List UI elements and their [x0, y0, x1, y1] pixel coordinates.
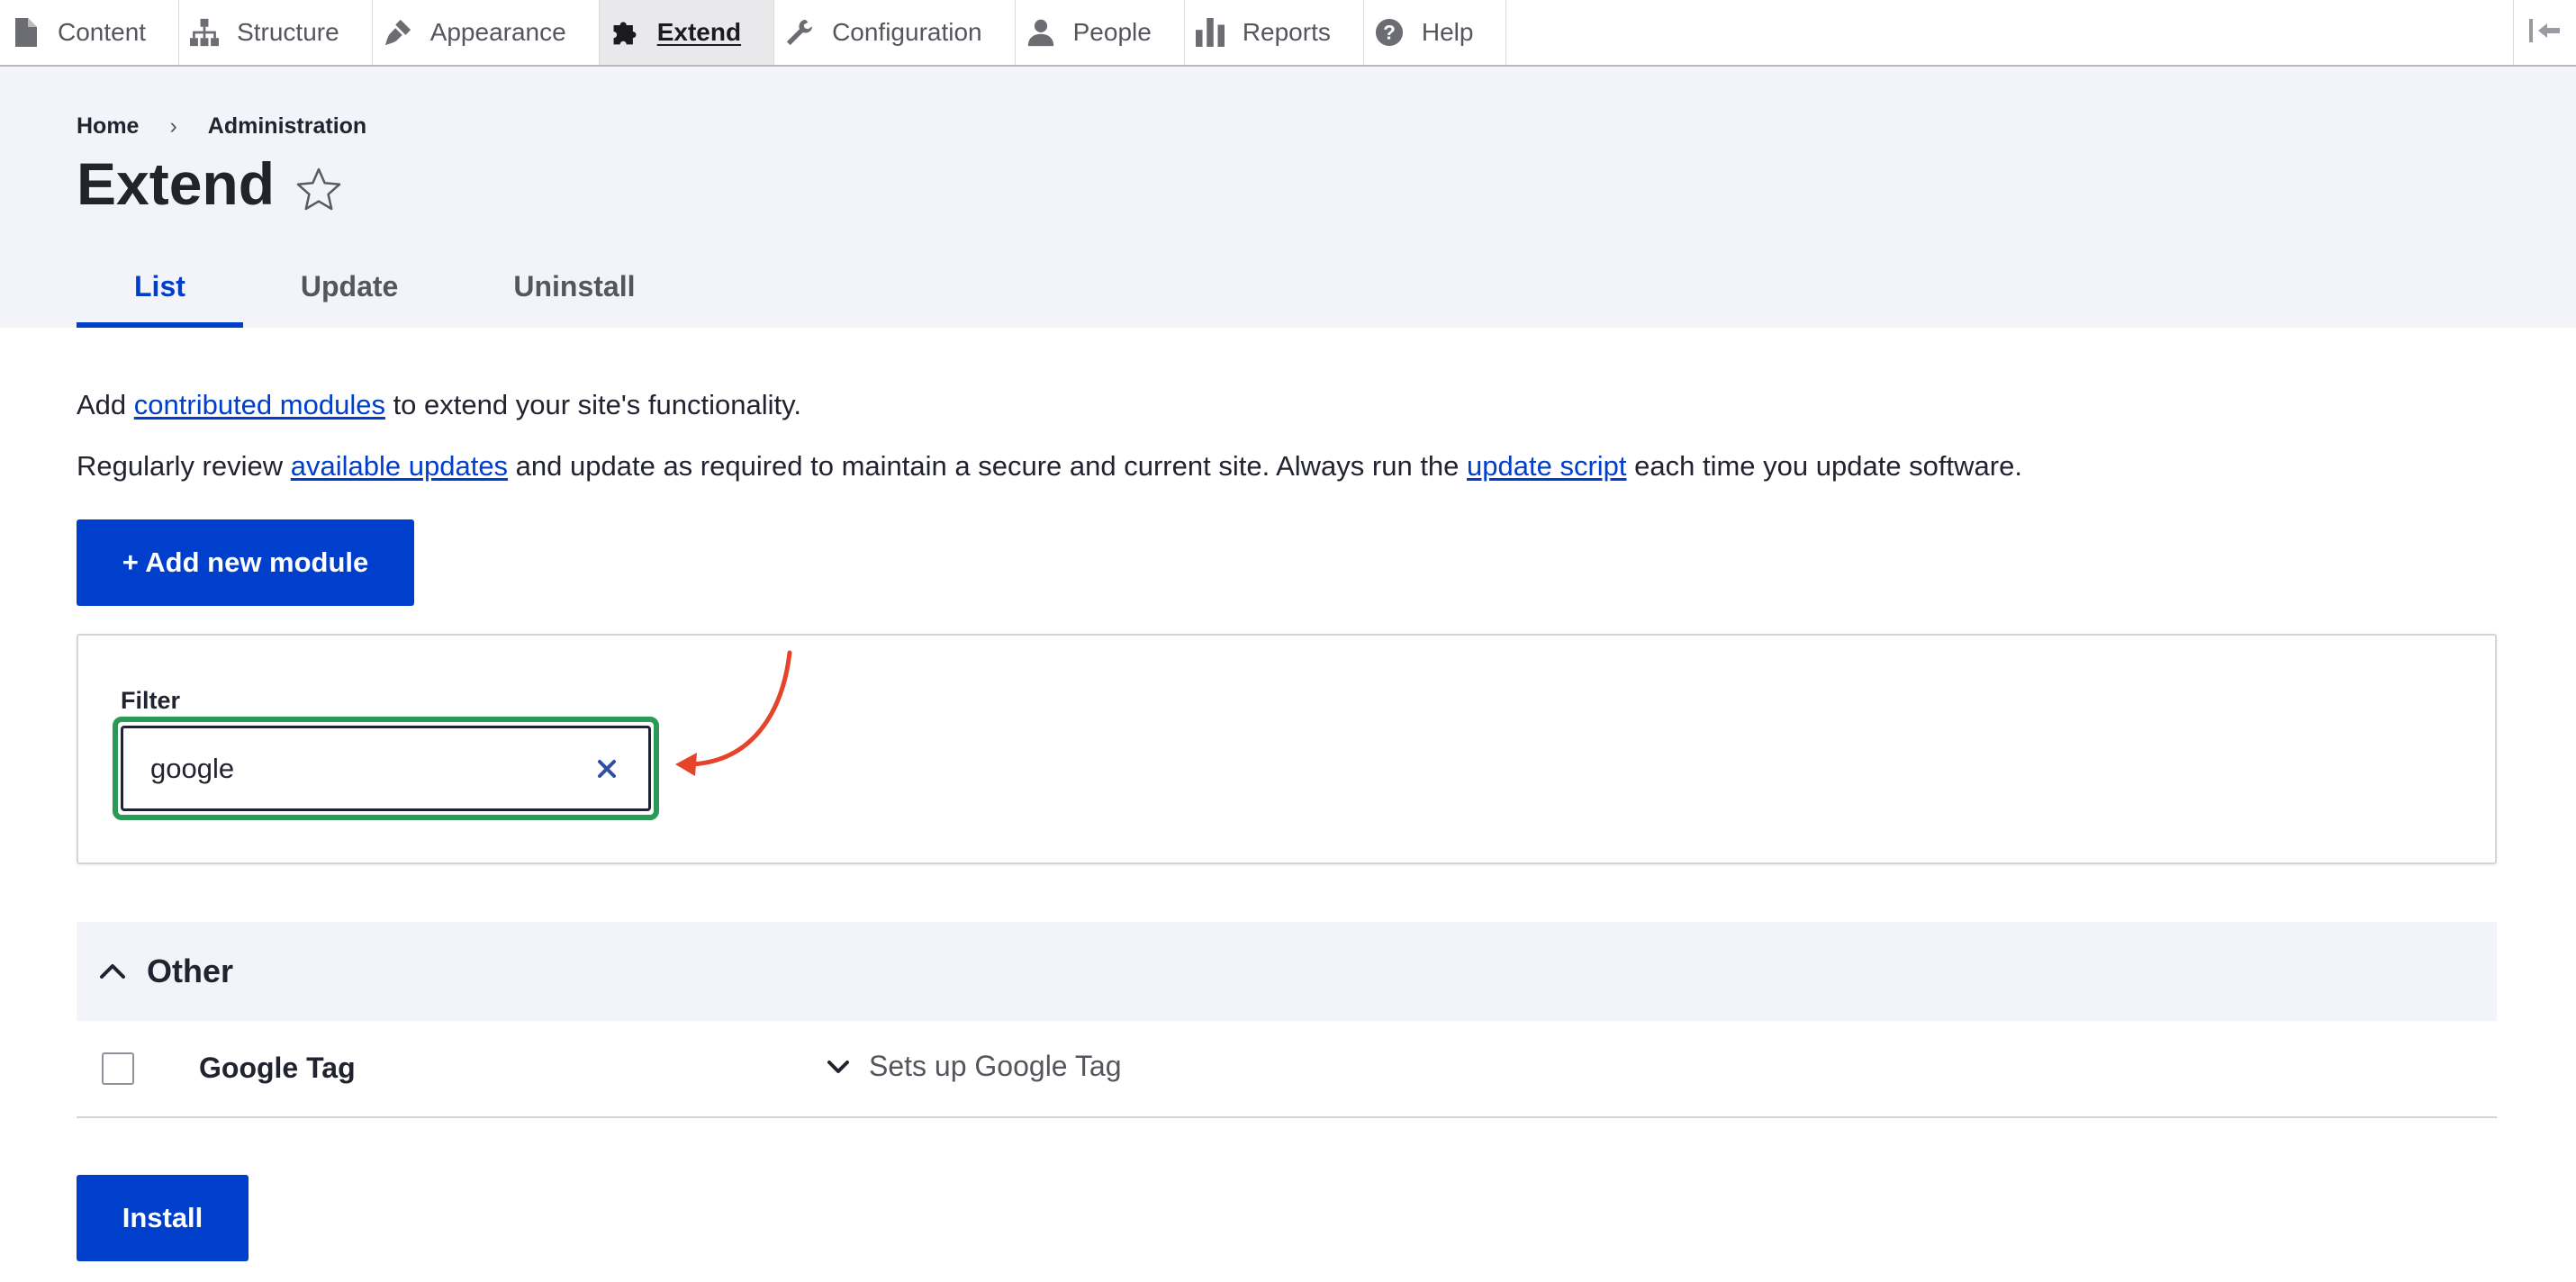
toolbar-item-label: Structure — [237, 18, 339, 46]
group-title: Other — [147, 952, 234, 989]
intro-text: each time you update software. — [1626, 450, 2022, 482]
toolbar-item-appearance[interactable]: Appearance — [373, 0, 600, 65]
star-icon[interactable] — [294, 159, 343, 211]
tab-update[interactable]: Update — [243, 261, 456, 328]
svg-text:?: ? — [1383, 22, 1396, 44]
toolbar-item-people[interactable]: People — [1016, 0, 1185, 65]
filter-input[interactable] — [121, 726, 651, 811]
toolbar-item-label: Content — [58, 18, 147, 46]
admin-toolbar: Content Structure Appearance Extend Conf… — [0, 0, 2576, 67]
toolbar-item-structure[interactable]: Structure — [179, 0, 373, 65]
clear-filter-icon[interactable] — [591, 753, 623, 785]
toolbar-item-label: Reports — [1242, 18, 1331, 46]
file-icon — [11, 17, 40, 48]
breadcrumb-home[interactable]: Home — [77, 113, 139, 140]
chevron-down-icon — [824, 1052, 853, 1081]
intro-line-contributed: Add contributed modules to extend your s… — [77, 389, 801, 421]
toolbar-item-label: People — [1072, 18, 1152, 46]
toolbar-item-label: Extend — [656, 18, 742, 46]
toolbar-item-extend[interactable]: Extend — [599, 0, 775, 65]
puzzle-icon — [610, 17, 639, 48]
contributed-modules-link[interactable]: contributed modules — [134, 389, 385, 420]
toolbar-orientation-toggle[interactable] — [2513, 0, 2576, 65]
toolbar-item-label: Configuration — [832, 18, 982, 46]
paintbrush-icon — [384, 17, 412, 48]
intro-line-updates: Regularly review available updates and u… — [77, 450, 2022, 483]
bar-chart-icon — [1195, 17, 1225, 48]
intro-text: to extend your site's functionality. — [384, 389, 801, 420]
module-name: Google Tag — [199, 1052, 356, 1084]
module-group-other[interactable]: Other — [77, 922, 2497, 1021]
person-icon — [1026, 17, 1055, 48]
toolbar-item-help[interactable]: ? Help — [1364, 0, 1507, 65]
toolbar-item-label: Appearance — [429, 18, 566, 46]
add-new-module-button[interactable]: + Add new module — [77, 519, 414, 606]
table-row: Google Tag Sets up Google Tag — [77, 1021, 2497, 1118]
available-updates-link[interactable]: available updates — [291, 450, 508, 482]
tab-uninstall[interactable]: Uninstall — [456, 261, 692, 328]
breadcrumb-administration[interactable]: Administration — [208, 113, 366, 140]
page-title: Extend — [77, 149, 343, 218]
question-circle-icon: ? — [1375, 17, 1404, 48]
page-title-text: Extend — [77, 150, 276, 217]
intro-text: Add — [77, 389, 134, 420]
wrench-icon — [785, 17, 814, 48]
update-script-link[interactable]: update script — [1467, 450, 1627, 482]
breadcrumb-separator: › — [169, 113, 177, 139]
install-button[interactable]: Install — [77, 1175, 249, 1261]
module-checkbox[interactable] — [102, 1052, 134, 1085]
intro-text: Regularly review — [77, 450, 291, 482]
tab-list[interactable]: List — [77, 261, 243, 328]
module-description-toggle[interactable]: Sets up Google Tag — [824, 1050, 1122, 1083]
toolbar-item-configuration[interactable]: Configuration — [774, 0, 1016, 65]
module-description: Sets up Google Tag — [869, 1050, 1122, 1082]
collapse-left-icon — [2527, 17, 2563, 49]
intro-text: and update as required to maintain a sec… — [508, 450, 1468, 482]
annotation-arrow-icon — [675, 650, 792, 776]
breadcrumb: Home › Administration — [77, 113, 366, 140]
toolbar-item-content[interactable]: Content — [0, 0, 180, 65]
toolbar-item-label: Help — [1421, 18, 1474, 46]
sitemap-icon — [190, 17, 220, 48]
filter-label: Filter — [121, 687, 181, 714]
primary-tabs: List Update Uninstall — [77, 261, 692, 328]
chevron-up-icon — [96, 955, 129, 988]
toolbar-item-reports[interactable]: Reports — [1185, 0, 1364, 65]
